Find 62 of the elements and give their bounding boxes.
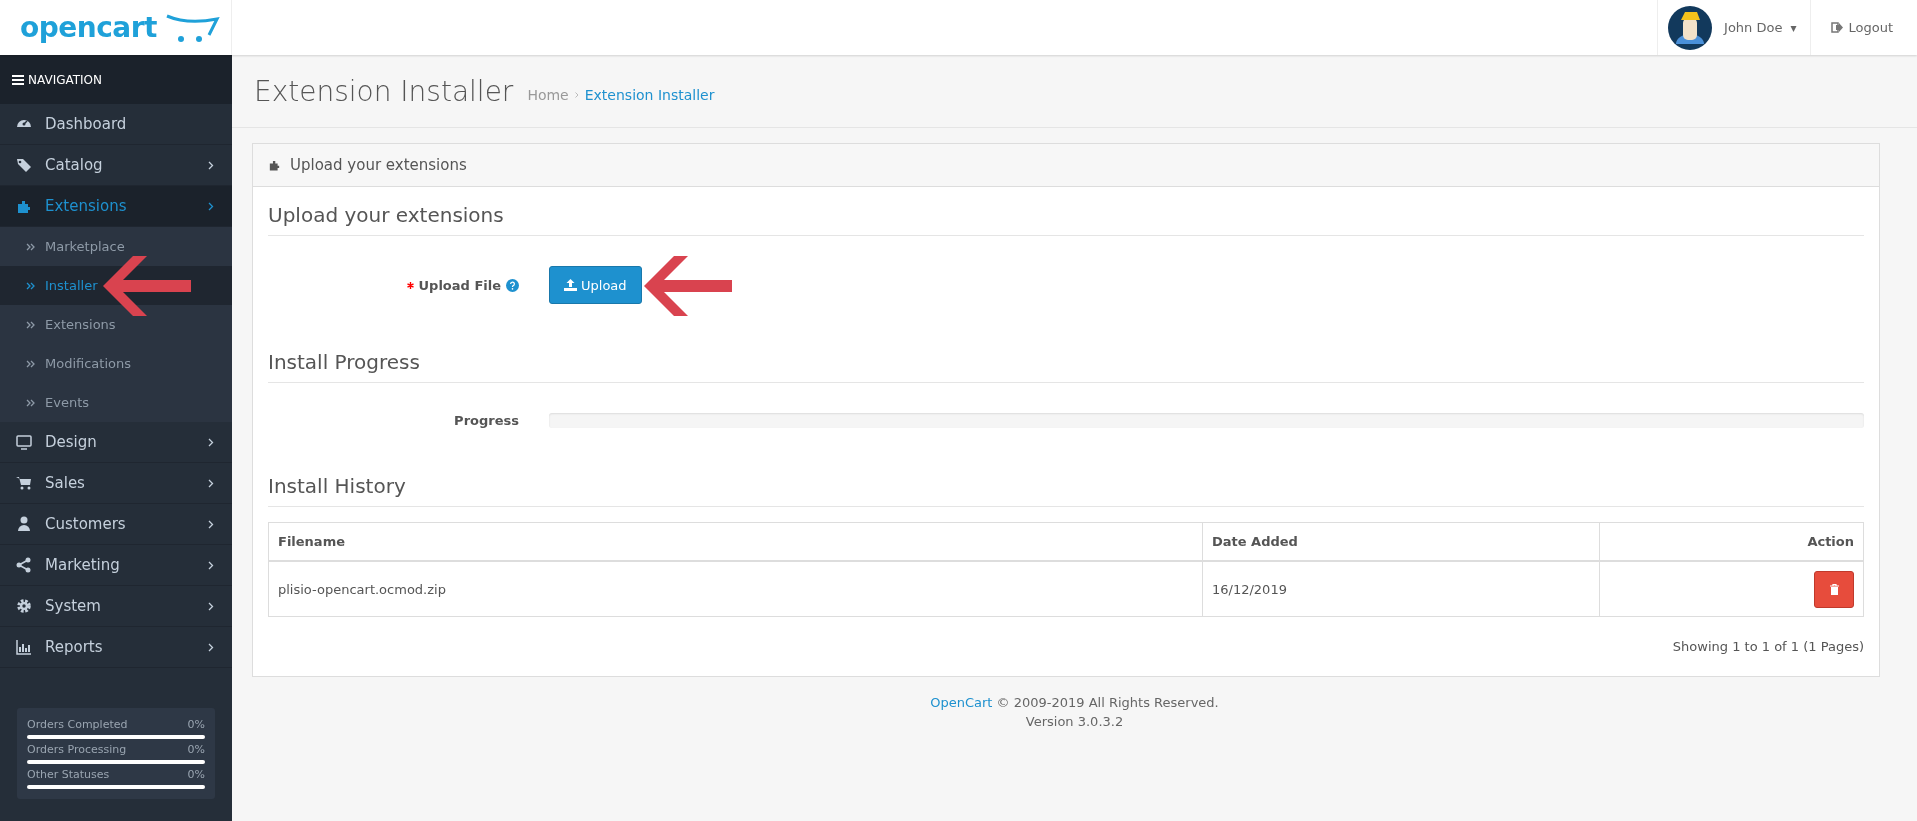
copyright-text: © 2009-2019 All Rights Reserved. xyxy=(996,695,1219,710)
sidebar-item[interactable]: Customers xyxy=(0,504,232,545)
menu-icon[interactable] xyxy=(12,74,24,85)
logout-link[interactable]: Logout xyxy=(1811,20,1917,35)
section-legend: Install Progress xyxy=(268,334,1864,383)
stat-reading: 0% xyxy=(187,768,205,781)
double-chevron-icon xyxy=(26,281,35,290)
sidebar-item[interactable]: Reports xyxy=(0,627,232,668)
stat-reading: 0% xyxy=(187,718,205,731)
double-chevron-icon xyxy=(26,242,35,251)
upload-icon xyxy=(564,279,577,291)
field-label: Upload File xyxy=(418,277,501,293)
navigation-title: NAVIGATION xyxy=(28,72,103,87)
double-chevron-icon xyxy=(26,320,35,329)
double-chevron-icon xyxy=(26,359,35,368)
submenu-item[interactable]: Events xyxy=(0,383,232,422)
bar-chart-icon xyxy=(15,638,33,656)
sidebar-item[interactable]: Marketing xyxy=(0,545,232,586)
submenu-item[interactable]: Extensions xyxy=(0,305,232,344)
stat-label: Orders Processing xyxy=(27,743,127,756)
share-icon xyxy=(15,556,33,574)
user-icon xyxy=(15,515,33,533)
submenu-item[interactable]: Marketplace xyxy=(0,227,232,266)
footer-link[interactable]: OpenCart xyxy=(930,695,993,710)
sidebar-item[interactable]: System xyxy=(0,586,232,627)
table-cell: plisio-opencart.ocmod.zip xyxy=(268,561,1203,617)
stat-label: Other Statuses xyxy=(27,768,110,781)
section-legend: Upload your extensions xyxy=(268,187,1864,236)
column-header: Date Added xyxy=(1202,522,1600,561)
page-title: Extension Installer xyxy=(254,74,514,108)
puzzle-icon xyxy=(267,158,282,172)
sidebar-item[interactable]: Dashboard xyxy=(0,104,232,145)
cart-icon xyxy=(15,474,33,492)
column-header: Filename xyxy=(268,522,1203,561)
tag-icon xyxy=(15,156,33,174)
double-chevron-icon xyxy=(26,398,35,407)
pagination-text: Showing 1 to 1 of 1 (1 Pages) xyxy=(1671,638,1864,654)
delete-button[interactable] xyxy=(1814,570,1854,608)
sidebar-item[interactable]: Design xyxy=(0,422,232,463)
sidebar-item[interactable]: Sales xyxy=(0,463,232,504)
gear-icon xyxy=(15,597,33,615)
stat-reading: 0% xyxy=(187,743,205,756)
logout-icon xyxy=(1831,22,1844,33)
help-icon[interactable] xyxy=(506,278,519,292)
field-label: Progress xyxy=(454,413,519,428)
breadcrumb-link[interactable]: Extension Installer xyxy=(584,87,715,103)
monitor-icon xyxy=(15,433,33,451)
trash-icon xyxy=(1829,583,1839,595)
section-legend: Install History xyxy=(268,458,1864,507)
upload-button[interactable]: Upload xyxy=(549,266,642,304)
logo[interactable]: opencart xyxy=(20,11,157,44)
sidebar-item[interactable]: Extensions xyxy=(0,186,232,227)
column-header: Action xyxy=(1599,522,1864,561)
avatar-icon[interactable] xyxy=(1668,5,1713,50)
stat-label: Orders Completed xyxy=(27,718,128,731)
caret-icon[interactable]: ▾ xyxy=(1790,20,1797,35)
version-text: Version 3.0.3.2 xyxy=(1024,713,1125,731)
breadcrumb-separator-icon xyxy=(574,92,579,98)
panel-heading: Upload your extensions xyxy=(290,156,467,174)
submenu-item[interactable]: Modifications xyxy=(0,344,232,383)
table-cell: 16/12/2019 xyxy=(1202,561,1600,617)
user-name[interactable]: John Doe xyxy=(1724,20,1783,35)
